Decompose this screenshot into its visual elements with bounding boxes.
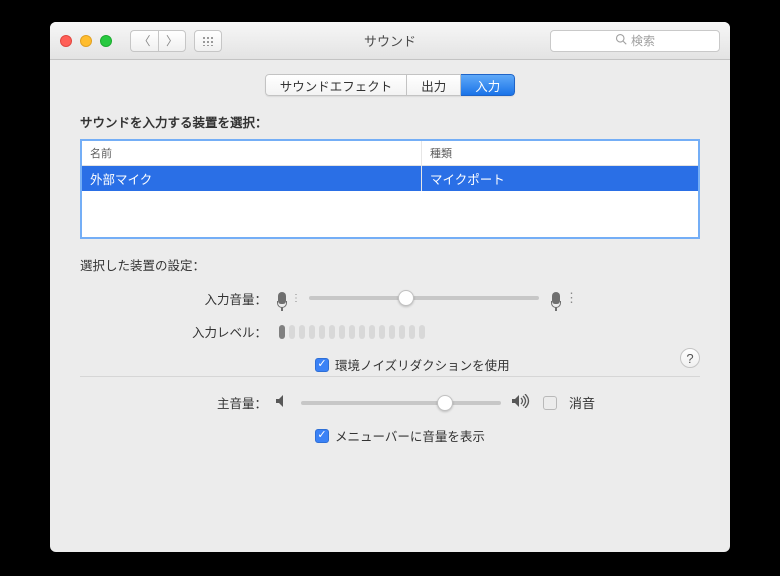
device-name: 外部マイク <box>82 166 422 191</box>
show-volume-menubar-label: メニューバーに音量を表示 <box>335 426 485 445</box>
help-icon: ? <box>686 351 693 366</box>
input-volume-label: 入力音量： <box>80 289 275 308</box>
mic-low-icon: ⋮ <box>275 288 299 308</box>
sound-preferences-window: 〈 〉 サウンド 検索 サウンドエフェクト 出力 入力 サウンドを入力する装置を… <box>50 22 730 552</box>
search-field[interactable]: 検索 <box>550 30 720 52</box>
back-button[interactable]: 〈 <box>130 30 158 52</box>
input-level-meter <box>279 325 425 339</box>
chevron-left-icon: 〈 <box>138 32 150 49</box>
titlebar: 〈 〉 サウンド 検索 <box>50 22 730 60</box>
input-volume-slider[interactable] <box>309 296 539 300</box>
tab-output[interactable]: 出力 <box>407 74 461 96</box>
main-volume-slider[interactable] <box>301 401 501 405</box>
column-header-type[interactable]: 種類 <box>422 141 698 165</box>
help-button[interactable]: ? <box>680 348 700 368</box>
mute-checkbox[interactable] <box>543 396 557 410</box>
main-volume-label: 主音量： <box>80 393 275 412</box>
input-volume-row: 入力音量： ⋮ ⋮ <box>80 288 700 308</box>
noise-reduction-label: 環境ノイズリダクションを使用 <box>335 355 510 374</box>
column-header-name[interactable]: 名前 <box>82 141 422 165</box>
select-device-label: サウンドを入力する装置を選択： <box>80 112 700 131</box>
forward-button[interactable]: 〉 <box>158 30 186 52</box>
chevron-right-icon: 〉 <box>166 32 178 49</box>
noise-reduction-checkbox[interactable] <box>315 358 329 372</box>
search-placeholder: 検索 <box>631 32 655 49</box>
tab-input[interactable]: 入力 <box>461 74 515 96</box>
slider-thumb[interactable] <box>437 395 453 411</box>
tab-sound-effects[interactable]: サウンドエフェクト <box>265 74 408 96</box>
mute-label: 消音 <box>569 393 595 412</box>
show-all-button[interactable] <box>194 30 222 52</box>
zoom-window-button[interactable] <box>100 35 112 47</box>
input-device-list[interactable]: 名前 種類 外部マイク マイクポート <box>80 139 700 239</box>
slider-thumb[interactable] <box>398 290 414 306</box>
device-list-header: 名前 種類 <box>82 141 698 166</box>
input-level-label: 入力レベル： <box>80 322 275 341</box>
device-type: マイクポート <box>422 166 698 191</box>
selected-device-settings-label: 選択した装置の設定： <box>80 255 700 274</box>
search-icon <box>615 33 627 48</box>
window-controls <box>60 35 112 47</box>
main-volume-row: 主音量： 消音 <box>80 393 700 412</box>
speaker-high-icon <box>511 394 533 411</box>
mic-high-icon: ⋮ <box>549 288 576 308</box>
tab-bar: サウンドエフェクト 出力 入力 <box>80 74 700 96</box>
minimize-window-button[interactable] <box>80 35 92 47</box>
speaker-low-icon <box>275 394 291 411</box>
nav-buttons: 〈 〉 <box>130 30 186 52</box>
close-window-button[interactable] <box>60 35 72 47</box>
device-row[interactable]: 外部マイク マイクポート <box>82 166 698 191</box>
menubar-volume-row: メニューバーに音量を表示 <box>315 426 700 445</box>
divider <box>80 376 700 377</box>
input-level-row: 入力レベル： <box>80 322 700 341</box>
content-area: サウンドエフェクト 出力 入力 サウンドを入力する装置を選択： 名前 種類 外部… <box>50 60 730 461</box>
grid-icon <box>202 36 214 46</box>
show-volume-menubar-checkbox[interactable] <box>315 429 329 443</box>
